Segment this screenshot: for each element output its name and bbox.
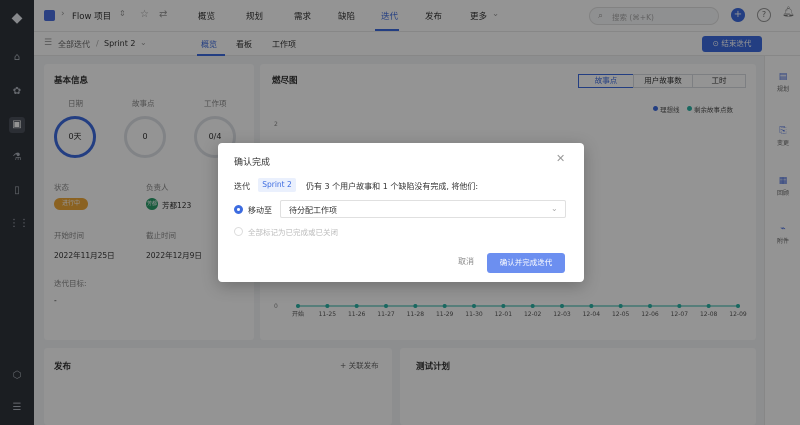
radio-move-to[interactable] [234,205,243,214]
select-value: 待分配工作项 [289,206,337,215]
cancel-button[interactable]: 取消 [458,256,474,267]
sprint-chip: Sprint 2 [258,178,296,192]
close-icon[interactable]: ✕ [556,152,565,165]
dialog-prefix: 迭代 [234,182,250,191]
confirm-complete-dialog: 确认完成 ✕ 迭代 Sprint 2 仍有 3 个用户故事和 1 个缺陷没有完成… [218,143,584,282]
move-target-select[interactable]: 待分配工作项 ⌄ [280,200,566,218]
confirm-complete-button[interactable]: 确认并完成迭代 [487,253,565,273]
dialog-title: 确认完成 [234,158,271,168]
mark-complete-label: 全部标记为已完成或已关闭 [248,228,338,237]
radio-mark-complete[interactable] [234,227,243,236]
dialog-message: 仍有 3 个用户故事和 1 个缺陷没有完成, 将他们: [306,182,479,191]
move-to-label: 移动至 [248,206,272,215]
chevron-down-icon: ⌄ [551,204,558,213]
